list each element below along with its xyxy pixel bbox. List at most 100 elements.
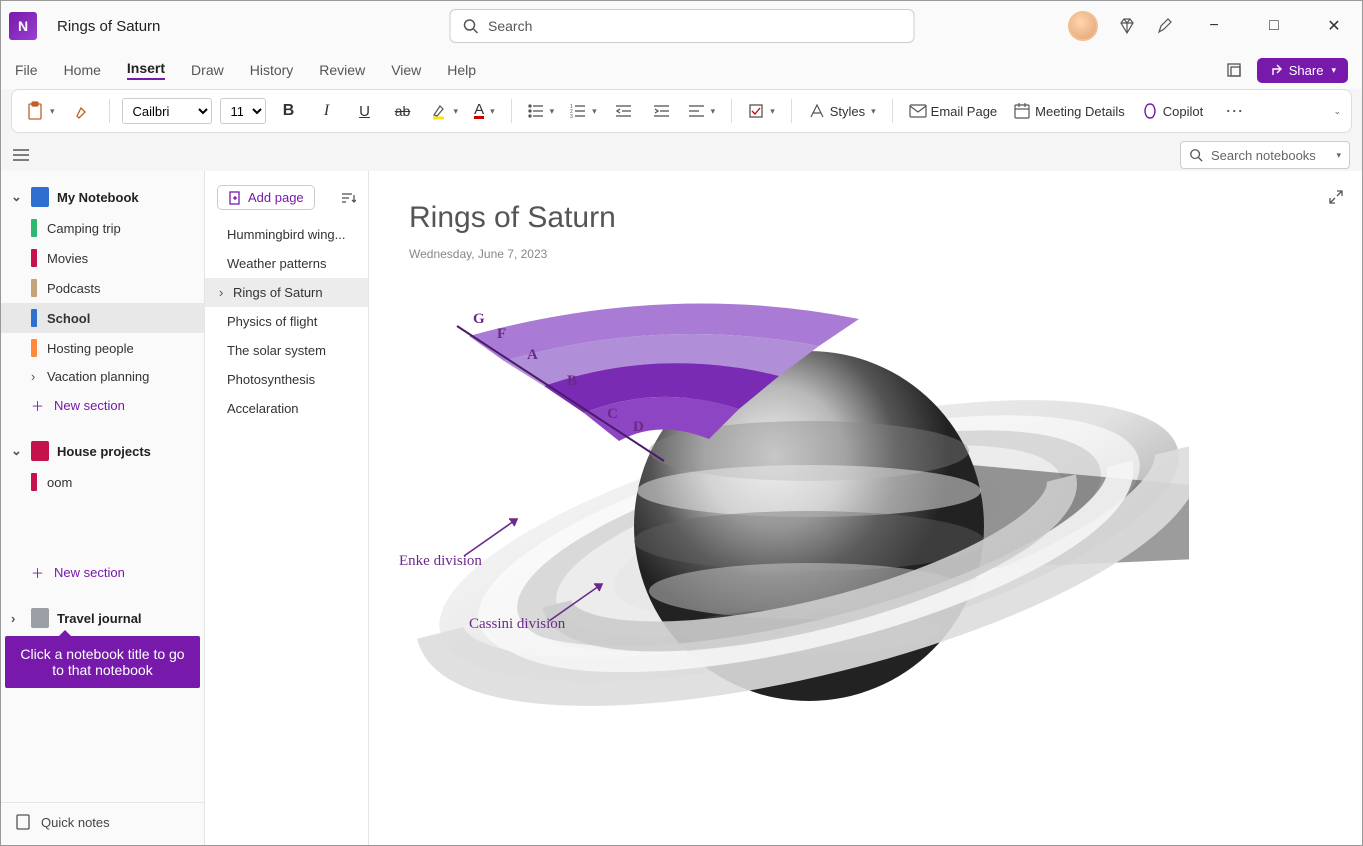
- page-list: Add page Hummingbird wing... Weather pat…: [205, 171, 369, 845]
- user-avatar[interactable]: [1068, 11, 1098, 41]
- copilot-button[interactable]: Copilot: [1137, 98, 1207, 124]
- more-button[interactable]: ⋯: [1219, 97, 1249, 125]
- ribbon-collapse-icon[interactable]: ⌄: [1333, 106, 1341, 117]
- menu-bar: File Home Insert Draw History Review Vie…: [1, 51, 1362, 89]
- annotation-enke: Enke division: [399, 553, 482, 570]
- page-item[interactable]: Weather patterns: [205, 249, 368, 278]
- menu-history[interactable]: History: [250, 62, 294, 78]
- notebook-header-house-projects[interactable]: ⌄ House projects: [1, 435, 204, 467]
- numbering-icon: 123: [570, 104, 586, 118]
- underline-button[interactable]: U: [350, 97, 380, 125]
- meeting-details-button[interactable]: Meeting Details: [1009, 98, 1129, 124]
- highlighter-icon: [430, 102, 448, 120]
- annotation-ring-f: F: [497, 326, 506, 343]
- notebook-icon: [31, 441, 49, 461]
- chevron-down-icon: ▾: [550, 106, 555, 117]
- font-color-icon: A: [474, 104, 484, 119]
- search-notebooks-input[interactable]: Search notebooks ▾: [1180, 141, 1350, 169]
- section-vacation-planning[interactable]: ›Vacation planning: [1, 363, 204, 390]
- menu-help[interactable]: Help: [447, 62, 476, 78]
- search-icon: [462, 18, 478, 34]
- search-icon: [1189, 148, 1203, 162]
- pen-icon[interactable]: [1156, 17, 1174, 35]
- section-camping-trip[interactable]: Camping trip: [1, 213, 204, 243]
- menu-file[interactable]: File: [15, 62, 38, 78]
- todo-tag-button[interactable]: ▾: [744, 99, 779, 123]
- indent-button[interactable]: [647, 97, 677, 125]
- close-button[interactable]: ✕: [1314, 11, 1354, 41]
- chevron-down-icon: ▾: [454, 106, 459, 117]
- notebook-sidebar: ⌄ My Notebook Camping trip Movies Podcas…: [1, 171, 205, 845]
- menubar-right: Share ▾: [1225, 58, 1348, 83]
- menu-insert[interactable]: Insert: [127, 60, 165, 80]
- notebook-icon: [31, 187, 49, 207]
- add-page-button[interactable]: Add page: [217, 185, 315, 210]
- new-section-button-2[interactable]: ＋New section: [1, 557, 204, 588]
- fullscreen-icon[interactable]: [1225, 61, 1243, 79]
- numbered-list-button[interactable]: 123 ▾: [566, 100, 601, 122]
- font-name-select[interactable]: Cailbri: [122, 98, 212, 124]
- section-oom[interactable]: oom: [1, 467, 204, 497]
- outdent-button[interactable]: [609, 97, 639, 125]
- page-item-active[interactable]: Rings of Saturn: [205, 278, 368, 307]
- main-area: ⌄ My Notebook Camping trip Movies Podcas…: [1, 171, 1362, 845]
- maximize-button[interactable]: □: [1254, 11, 1294, 41]
- page-content[interactable]: Rings of Saturn Wednesday, June 7, 2023: [369, 171, 1362, 845]
- clipboard-icon: [26, 101, 44, 121]
- chevron-down-icon: ⌄: [11, 189, 23, 205]
- menu-draw[interactable]: Draw: [191, 62, 224, 78]
- brush-icon: [73, 102, 91, 120]
- page-date: Wednesday, June 7, 2023: [409, 247, 1322, 261]
- paste-button[interactable]: ▾: [22, 97, 59, 125]
- copilot-icon: [1141, 102, 1159, 120]
- add-page-icon: [228, 191, 242, 205]
- section-podcasts[interactable]: Podcasts: [1, 273, 204, 303]
- annotation-ring-a: A: [527, 347, 538, 364]
- strikethrough-button[interactable]: ab: [388, 97, 418, 125]
- diamond-icon[interactable]: [1118, 17, 1136, 35]
- bold-button[interactable]: B: [274, 97, 304, 125]
- section-hosting-people[interactable]: Hosting people: [1, 333, 204, 363]
- email-page-button[interactable]: Email Page: [905, 100, 1001, 123]
- expand-icon[interactable]: [1328, 189, 1344, 205]
- share-icon: [1269, 63, 1283, 77]
- italic-button[interactable]: I: [312, 97, 342, 125]
- notebook-header-travel-journal[interactable]: › Travel journal: [1, 602, 204, 634]
- indent-icon: [654, 104, 670, 118]
- page-item[interactable]: Physics of flight: [205, 307, 368, 336]
- page-item[interactable]: Accelaration: [205, 394, 368, 423]
- format-painter-button[interactable]: [67, 97, 97, 125]
- styles-button[interactable]: Styles ▾: [804, 98, 880, 124]
- search-box[interactable]: Search: [449, 9, 914, 43]
- menu-view[interactable]: View: [391, 62, 421, 78]
- page-title[interactable]: Rings of Saturn: [409, 201, 1322, 235]
- align-button[interactable]: ▾: [685, 100, 720, 122]
- section-school[interactable]: School: [1, 303, 204, 333]
- menu-review[interactable]: Review: [319, 62, 365, 78]
- chevron-down-icon: ▾: [1331, 65, 1336, 76]
- align-icon: [689, 104, 705, 118]
- chevron-down-icon: ▾: [50, 106, 55, 117]
- minimize-button[interactable]: −: [1194, 11, 1234, 41]
- section-color-icon: [31, 279, 37, 297]
- title-bar: N Rings of Saturn Search − □ ✕: [1, 1, 1362, 51]
- font-size-select[interactable]: 11: [220, 98, 266, 124]
- notebook-header-my-notebook[interactable]: ⌄ My Notebook: [1, 181, 204, 213]
- share-button[interactable]: Share ▾: [1257, 58, 1348, 83]
- page-item[interactable]: The solar system: [205, 336, 368, 365]
- new-section-button[interactable]: ＋New section: [1, 390, 204, 421]
- hamburger-icon[interactable]: [13, 148, 29, 162]
- menu-home[interactable]: Home: [64, 62, 101, 78]
- saturn-illustration: Enke division Cassini division G F A B C…: [409, 291, 1189, 751]
- sort-icon[interactable]: [340, 191, 356, 205]
- font-color-button[interactable]: A ▾: [470, 100, 499, 123]
- section-color-icon: [31, 339, 37, 357]
- section-movies[interactable]: Movies: [1, 243, 204, 273]
- annotation-ring-d: D: [633, 419, 644, 436]
- page-item[interactable]: Photosynthesis: [205, 365, 368, 394]
- bullet-list-button[interactable]: ▾: [524, 100, 559, 122]
- quick-notes-button[interactable]: Quick notes: [1, 802, 204, 841]
- highlight-button[interactable]: ▾: [426, 98, 463, 124]
- page-item[interactable]: Hummingbird wing...: [205, 220, 368, 249]
- chevron-down-icon: ▾: [1336, 150, 1341, 161]
